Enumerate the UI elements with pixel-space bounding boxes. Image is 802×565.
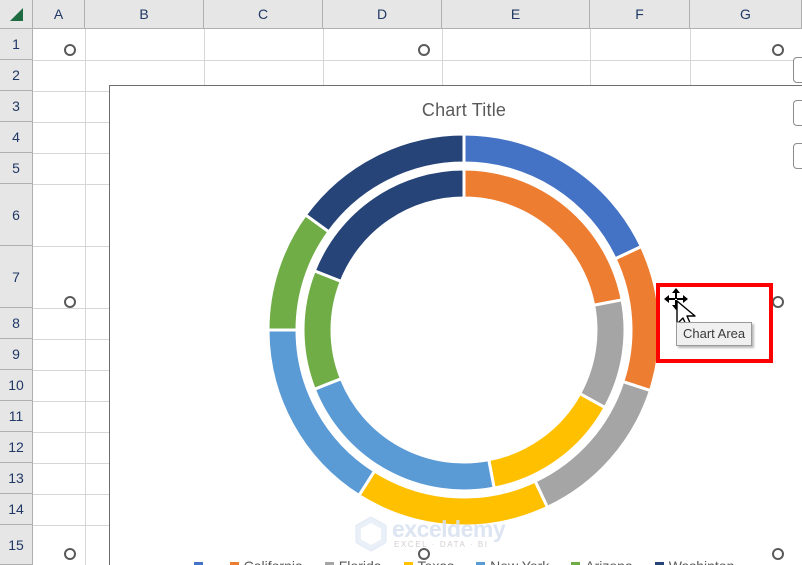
row-header-label: 7 [12,268,20,285]
legend-swatch-icon [571,561,581,565]
legend-item-california[interactable]: California [229,558,303,565]
excel-worksheet-window: Chart Title California Florida Texas New Yo… [0,0,802,565]
row-header-4[interactable]: 4 [0,122,32,153]
column-header-label: A [53,6,64,22]
row-header-8[interactable]: 8 [0,308,32,339]
column-header-label: D [376,6,388,22]
legend-swatch-icon [403,561,413,565]
row-header-1[interactable]: 1 [0,29,32,60]
column-header-d[interactable]: D [323,0,442,28]
legend-item-blank[interactable] [193,561,208,565]
column-header-bar: A B C D E F G [0,0,802,29]
row-header-6[interactable]: 6 [0,184,32,246]
row-header-label: 15 [8,536,24,553]
column-header-e[interactable]: E [442,0,590,28]
row-header-2[interactable]: 2 [0,60,32,91]
legend-item-washinton[interactable]: Washinton [654,558,735,565]
legend-swatch-icon [324,561,334,565]
row-header-5[interactable]: 5 [0,153,32,184]
row-header-10[interactable]: 10 [0,370,32,401]
row-header-label: 9 [12,346,20,362]
legend-label: Washinton [669,558,735,565]
gridline-horizontal [33,60,802,61]
column-header-label: G [740,6,751,22]
row-header-label: 12 [8,439,24,455]
row-header-label: 8 [12,315,20,331]
chart-title[interactable]: Chart Title [110,100,802,121]
column-header-a[interactable]: A [33,0,85,28]
legend-label: New York [490,558,549,565]
legend-label: Florida [339,558,382,565]
row-header-label: 2 [12,67,20,83]
column-header-f[interactable]: F [590,0,690,28]
legend-label: California [244,558,303,565]
select-all-triangle-icon [10,8,23,21]
row-header-label: 4 [12,129,20,145]
row-header-label: 10 [8,377,24,393]
row-header-label: 3 [12,98,20,114]
row-header-label: 11 [8,408,24,424]
column-header-label: E [510,6,521,22]
legend-label: Arizona [585,558,632,565]
legend-item-florida[interactable]: Florida [324,558,382,565]
row-header-12[interactable]: 12 [0,432,32,463]
legend-item-arizona[interactable]: Arizona [571,558,633,565]
row-header-13[interactable]: 13 [0,463,32,494]
row-header-15[interactable]: 15 [0,525,32,565]
chart-legend[interactable]: California Florida Texas New York Arizona Was… [110,558,802,565]
row-header-11[interactable]: 11 [0,401,32,432]
row-header-label: 6 [12,206,20,223]
row-header-14[interactable]: 14 [0,494,32,525]
legend-swatch-icon [229,561,239,565]
legend-swatch-icon [476,561,486,565]
column-header-b[interactable]: B [85,0,204,28]
legend-item-texas[interactable]: Texas [403,558,455,565]
column-header-g[interactable]: G [690,0,802,28]
column-header-label: B [139,6,149,22]
row-header-9[interactable]: 9 [0,339,32,370]
column-header-label: C [257,6,269,22]
row-header-label: 1 [12,36,20,52]
row-header-3[interactable]: 3 [0,91,32,122]
doughnut-svg [266,132,662,528]
select-all-corner[interactable] [0,0,33,28]
legend-swatch-icon [654,561,664,565]
legend-swatch-icon [193,561,203,565]
doughnut-inner-ring[interactable] [301,167,627,493]
row-header-label: 13 [8,470,24,486]
chart-area-tooltip: Chart Area [676,322,753,346]
legend-item-new-york[interactable]: New York [476,558,549,565]
row-header-7[interactable]: 7 [0,246,32,308]
legend-label: Texas [418,558,455,565]
doughnut-slice[interactable] [301,268,344,392]
row-header-label: 5 [12,160,20,176]
doughnut-chart[interactable] [264,130,664,530]
gridline-vertical [85,29,86,565]
row-header-bar: 1 2 3 4 5 6 7 8 9 10 11 12 13 14 15 [0,29,33,565]
column-header-label: F [635,6,644,22]
column-header-c[interactable]: C [204,0,323,28]
row-header-label: 14 [8,501,24,517]
